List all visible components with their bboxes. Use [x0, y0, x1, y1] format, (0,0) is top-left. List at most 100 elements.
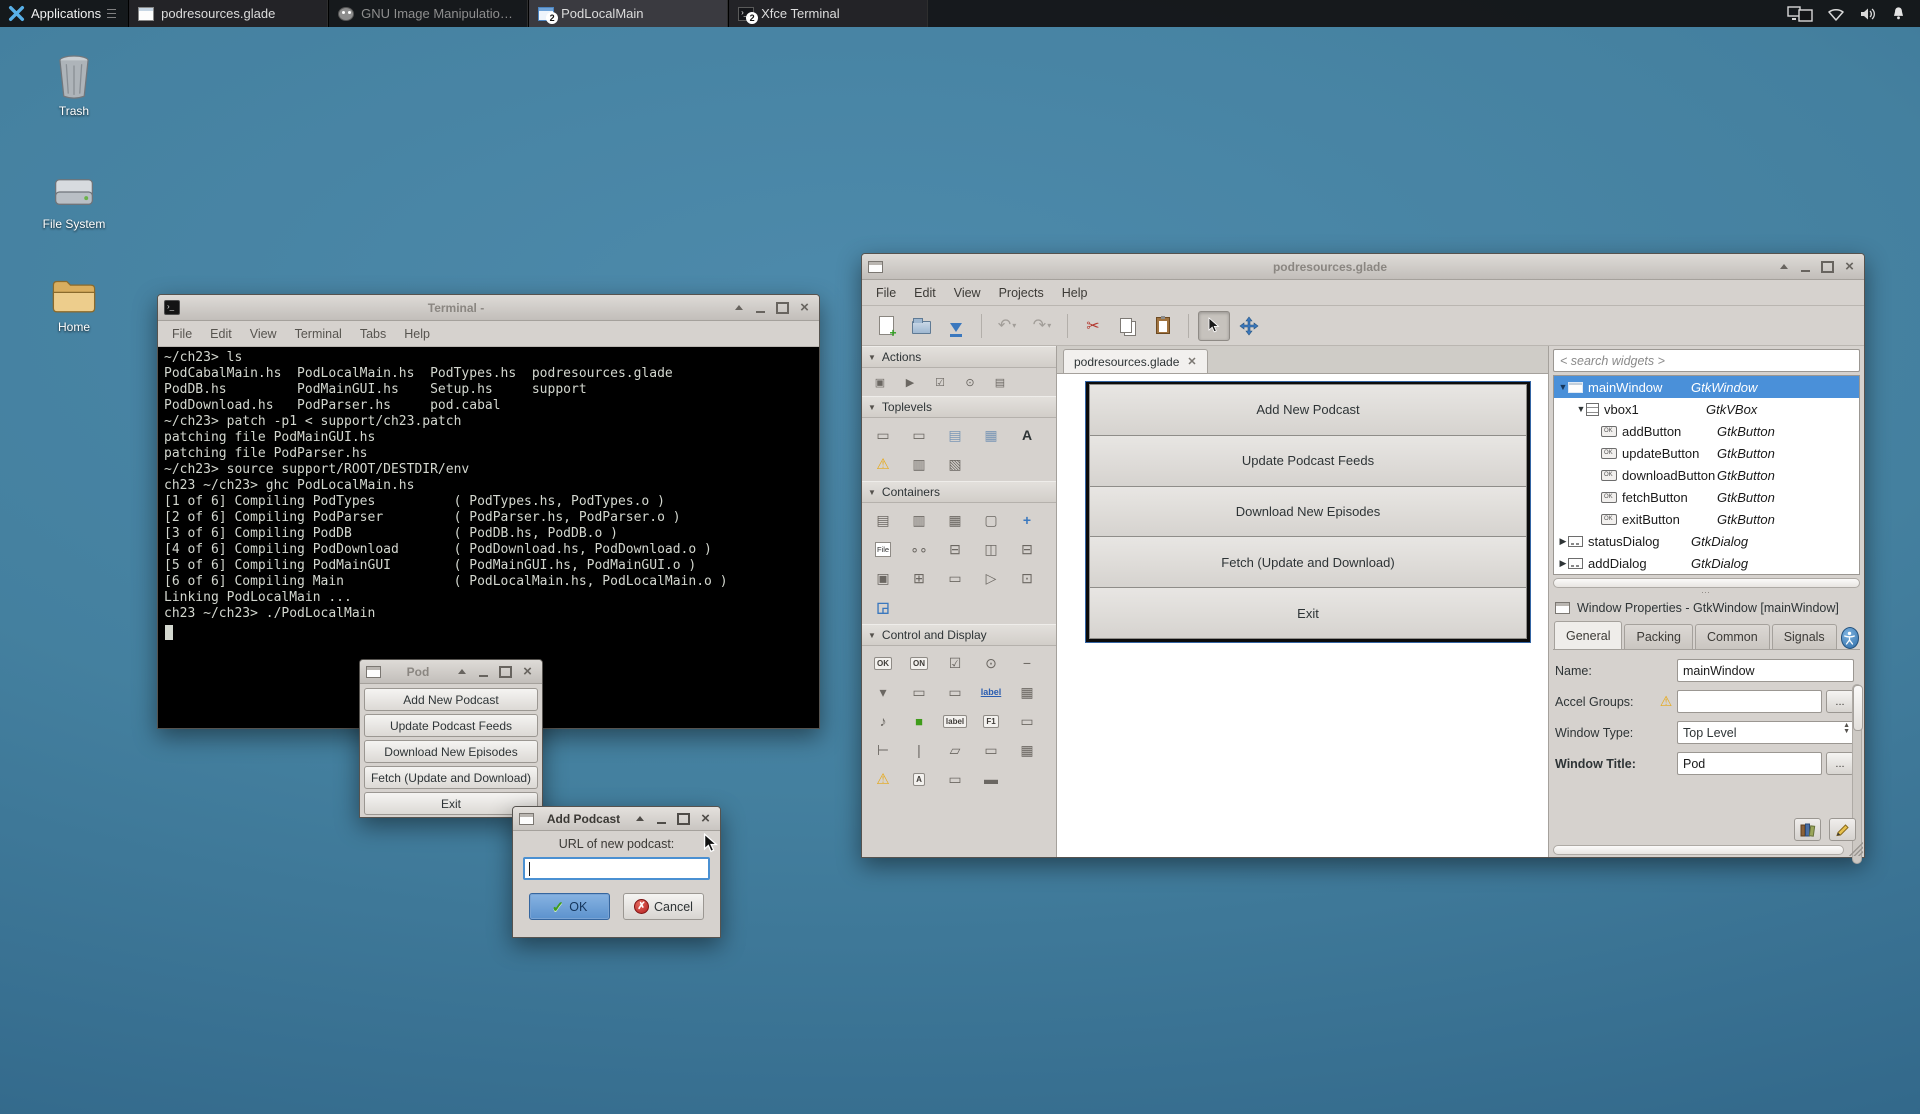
redo-button[interactable]: ↷▾ — [1026, 311, 1058, 341]
palette-viewport[interactable]: ▭ — [943, 566, 967, 590]
edit-button[interactable] — [1829, 818, 1856, 841]
palette-vertical-box[interactable]: ▤ — [871, 508, 895, 532]
shade-button[interactable] — [1777, 260, 1790, 273]
palette-check-button[interactable]: ☑ — [943, 651, 967, 675]
shade-button[interactable] — [455, 665, 468, 678]
tree-row-exitButton[interactable]: exitButton GtkButton — [1554, 508, 1859, 530]
designed-button[interactable]: Download New Episodes — [1089, 486, 1527, 538]
add-podcast-titlebar[interactable]: Add Podcast — [513, 807, 720, 831]
tab-common[interactable]: Common — [1695, 624, 1770, 649]
palette-button[interactable]: OK — [871, 651, 895, 675]
palette-vertical-panes[interactable]: ⊟ — [1015, 537, 1039, 561]
shade-button[interactable] — [633, 812, 646, 825]
tree-row-fetchButton[interactable]: fetchButton GtkButton — [1554, 486, 1859, 508]
palette-message-dialog[interactable]: ⚠ — [871, 452, 895, 476]
drag-resize-button[interactable] — [1233, 311, 1265, 341]
palette-font-button[interactable]: F1 — [979, 709, 1003, 733]
palette-horizontal-box[interactable]: ▥ — [907, 508, 931, 532]
close-button[interactable] — [699, 812, 712, 825]
tree-row-updateButton[interactable]: updateButton GtkButton — [1554, 442, 1859, 464]
palette-color-selection-dialog[interactable]: ▤ — [943, 423, 967, 447]
designed-main-window[interactable]: Add New PodcastUpdate Podcast FeedsDownl… — [1086, 382, 1530, 642]
selector-button[interactable] — [1198, 311, 1230, 341]
menu-item[interactable]: Tabs — [352, 324, 394, 344]
menu-item[interactable]: Projects — [991, 283, 1052, 303]
expander-closed-icon[interactable]: ▶ — [1558, 558, 1568, 569]
resize-grip[interactable] — [1849, 842, 1863, 856]
tab-podresources-glade[interactable]: podresources.glade ✕ — [1063, 349, 1208, 373]
save-button[interactable] — [940, 311, 972, 341]
volume-icon[interactable] — [1859, 7, 1877, 21]
accel-groups-ellipsis-button[interactable]: ... — [1826, 690, 1854, 713]
menu-item[interactable]: View — [242, 324, 285, 344]
close-button[interactable] — [521, 665, 534, 678]
palette-icon-view[interactable]: ▭ — [943, 767, 967, 791]
palette-radio-button[interactable]: ⊙ — [979, 651, 1003, 675]
palette-spin-button[interactable]: ▭ — [979, 738, 1003, 762]
cut-button[interactable]: ✂ — [1077, 311, 1109, 341]
pod-titlebar[interactable]: Pod — [360, 660, 542, 684]
tree-row-vbox1[interactable]: ▼ vbox1 GtkVBox — [1554, 398, 1859, 420]
palette-action[interactable]: ▣ — [871, 373, 889, 391]
tab-packing[interactable]: Packing — [1624, 624, 1692, 649]
tree-row-addButton[interactable]: addButton GtkButton — [1554, 420, 1859, 442]
palette-section-actions[interactable]: ▼Actions — [862, 346, 1056, 368]
taskbar-item-xfce-terminal[interactable]: 2 Xfce Terminal — [728, 0, 928, 27]
expander-open-icon[interactable]: ▼ — [1558, 382, 1568, 392]
properties-horizontal-scrollbar[interactable] — [1553, 845, 1844, 855]
name-entry[interactable] — [1677, 659, 1854, 682]
palette-section-toplevels[interactable]: ▼Toplevels — [862, 396, 1056, 418]
menu-item[interactable]: File — [164, 324, 200, 344]
maximize-button[interactable] — [677, 812, 690, 825]
open-button[interactable] — [905, 311, 937, 341]
tree-row-statusDialog[interactable]: ▶ statusDialog GtkDialog — [1554, 530, 1859, 552]
tab-general[interactable]: General — [1554, 621, 1622, 649]
palette-font-selection-dialog[interactable]: A — [1015, 423, 1039, 447]
url-input[interactable] — [523, 857, 710, 880]
palette-section-containers[interactable]: ▼Containers — [862, 481, 1056, 503]
taskbar-item-podresources-glade[interactable]: podresources.glade — [128, 0, 328, 27]
palette-combo-box[interactable]: ▾ — [871, 680, 895, 704]
desktop-icon-file-system[interactable]: File System — [26, 165, 122, 231]
palette-layout[interactable]: ◲ — [871, 595, 895, 619]
palette-entry[interactable]: ▭ — [1015, 709, 1039, 733]
undo-button[interactable]: ↶▾ — [991, 311, 1023, 341]
tab-signals[interactable]: Signals — [1772, 624, 1837, 649]
palette-recent-action[interactable]: ▤ — [991, 373, 1009, 391]
designed-button[interactable]: Add New Podcast — [1089, 384, 1527, 436]
maximize-button[interactable] — [499, 665, 512, 678]
new-project-button[interactable] — [870, 311, 902, 341]
desktop-icon-home[interactable]: Home — [26, 268, 122, 334]
palette-combo-box-entry[interactable]: ▭ — [907, 680, 931, 704]
applications-menu[interactable]: Applications — [0, 0, 124, 27]
palette-recent-chooser-dialog[interactable]: ▧ — [943, 452, 967, 476]
cancel-button[interactable]: ✗ Cancel — [623, 893, 704, 920]
search-widgets-input[interactable] — [1553, 349, 1860, 372]
menu-item[interactable]: File — [868, 283, 904, 303]
expander-open-icon[interactable]: ▼ — [1576, 404, 1586, 414]
taskbar-item-podlocalmain[interactable]: 2 PodLocalMain — [528, 0, 728, 27]
palette-file-chooser-dialog[interactable]: ▦ — [979, 423, 1003, 447]
palette-alignment[interactable]: ⊡ — [1015, 566, 1039, 590]
designed-button[interactable]: Exit — [1089, 587, 1527, 639]
glade-titlebar[interactable]: podresources.glade — [862, 254, 1864, 280]
palette-window[interactable]: ▭ — [871, 423, 895, 447]
palette-scrolled-window[interactable]: ⊞ — [907, 566, 931, 590]
palette-notebook[interactable]: ▣ — [871, 566, 895, 590]
close-tab-icon[interactable]: ✕ — [1187, 355, 1196, 368]
palette-calendar[interactable]: ▦ — [1015, 738, 1039, 762]
pod-button[interactable]: Download New Episodes — [364, 740, 538, 763]
palette-volume-button[interactable]: ♪ — [871, 709, 895, 733]
panel-splitter[interactable]: ⋯ — [1553, 588, 1860, 596]
design-canvas[interactable]: Add New PodcastUpdate Podcast FeedsDownl… — [1057, 374, 1548, 857]
palette-text-view[interactable]: A — [907, 767, 931, 791]
palette-section-control-and-display[interactable]: ▼Control and Display — [862, 624, 1056, 646]
copy-button[interactable] — [1112, 311, 1144, 341]
palette-radio-action[interactable]: ⊙ — [961, 373, 979, 391]
designed-button[interactable]: Update Podcast Feeds — [1089, 435, 1527, 487]
palette-fixed[interactable]: + — [1015, 508, 1039, 532]
palette-vertical-button-box[interactable]: ⊟ — [943, 537, 967, 561]
palette-input-dialog[interactable]: ▥ — [907, 452, 931, 476]
palette-toggle-action[interactable]: ☑ — [931, 373, 949, 391]
palette-action-group[interactable]: ▶ — [901, 373, 919, 391]
